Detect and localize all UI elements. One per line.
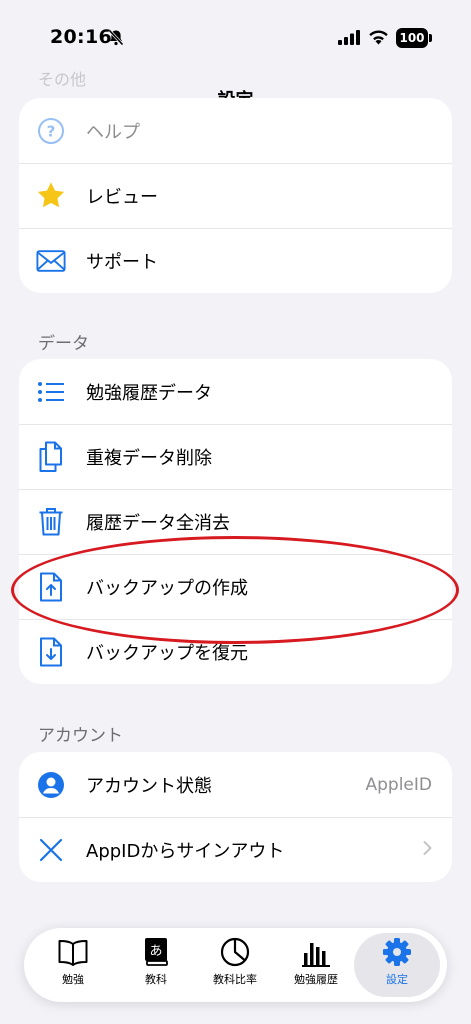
svg-text:?: ? [47, 122, 56, 140]
sign-out-row[interactable]: AppIDからサインアウト [19, 817, 452, 882]
wifi-icon [368, 28, 389, 49]
review-label: レビュー [86, 186, 158, 208]
book-icon [32, 933, 114, 967]
dictionary-glyph: あ [149, 944, 162, 959]
list-icon [36, 377, 66, 407]
help-row[interactable]: ? ヘルプ [19, 98, 452, 163]
restore-backup-row[interactable]: バックアップを復元 [19, 619, 452, 684]
sign-out-label: AppIDからサインアウト [86, 840, 285, 862]
doc-download-icon [36, 637, 66, 667]
review-row[interactable]: レビュー [19, 163, 452, 228]
help-label: ヘルプ [86, 121, 140, 143]
section-header-data: データ [38, 334, 89, 354]
duplicate-doc-icon [36, 441, 66, 472]
remove-duplicates-row[interactable]: 重複データ削除 [19, 424, 452, 489]
battery-tip [429, 34, 432, 42]
trash-icon [36, 507, 66, 537]
status-bar: 20:16 100 [0, 0, 471, 70]
account-section-card: アカウント状態 AppleID AppIDからサインアウト [19, 752, 452, 882]
tab-study-label: 勉強 [62, 973, 84, 986]
tab-subject-ratio-label: 教科比率 [213, 973, 257, 986]
remove-duplicates-label: 重複データ削除 [86, 447, 212, 469]
status-time: 20:16 [50, 26, 112, 48]
tab-settings[interactable]: 設定 [354, 933, 440, 997]
tab-study[interactable]: 勉強 [32, 933, 114, 997]
other-section-card: ? ヘルプ レビュー サポート [19, 98, 452, 293]
gear-icon [354, 933, 440, 967]
support-label: サポート [86, 251, 158, 273]
person-icon [36, 770, 66, 800]
section-header-account: アカウント [38, 726, 123, 746]
data-section-card: 勉強履歴データ 重複データ削除 履歴データ全消去 バックアップの作成 バックアッ… [19, 359, 452, 684]
tab-subjects[interactable]: あ 教科 [115, 933, 197, 997]
doc-upload-icon [36, 572, 66, 602]
dictionary-icon: あ [115, 933, 197, 967]
help-icon: ? [36, 116, 66, 146]
star-icon [36, 181, 66, 211]
study-history-row[interactable]: 勉強履歴データ [19, 359, 452, 424]
create-backup-label: バックアップの作成 [86, 577, 248, 599]
tab-study-history-label: 勉強履歴 [294, 973, 338, 986]
account-status-row[interactable]: アカウント状態 AppleID [19, 752, 452, 817]
silent-bell-icon [108, 29, 124, 50]
battery-indicator: 100 [396, 28, 428, 48]
restore-backup-label: バックアップを復元 [86, 642, 248, 664]
tab-subjects-label: 教科 [145, 973, 167, 986]
create-backup-row[interactable]: バックアップの作成 [19, 554, 452, 619]
close-icon [36, 835, 66, 865]
clear-history-label: 履歴データ全消去 [86, 512, 230, 534]
cellular-signal-icon [338, 30, 360, 49]
tab-study-history[interactable]: 勉強履歴 [275, 933, 357, 997]
study-history-label: 勉強履歴データ [86, 382, 212, 404]
pie-chart-icon [194, 933, 276, 967]
account-status-label: アカウント状態 [86, 775, 212, 797]
mail-icon [36, 246, 66, 276]
bar-chart-icon [275, 933, 357, 967]
tab-subject-ratio[interactable]: 教科比率 [194, 933, 276, 997]
account-status-value: AppleID [365, 774, 433, 795]
chevron-right-icon [423, 840, 432, 859]
support-row[interactable]: サポート [19, 228, 452, 293]
clear-history-row[interactable]: 履歴データ全消去 [19, 489, 452, 554]
tab-settings-label: 設定 [386, 973, 408, 986]
tab-bar: 勉強 あ 教科 教科比率 勉強履歴 設定 [24, 928, 447, 1002]
